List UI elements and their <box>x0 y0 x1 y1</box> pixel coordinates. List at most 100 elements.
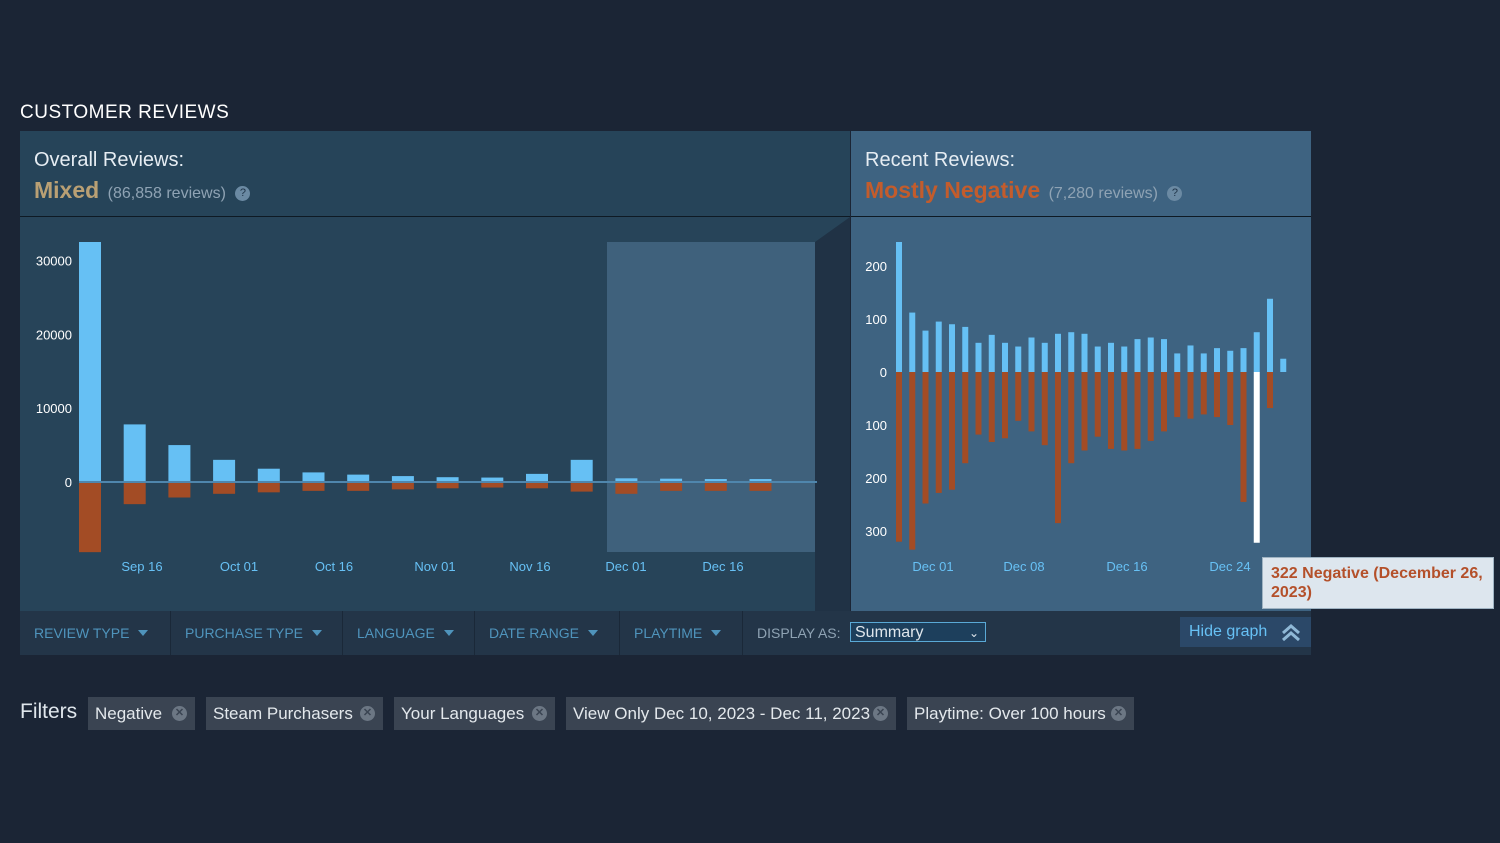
overall-chart-svg[interactable]: 30000 20000 10000 0 Sep 16 Oct 01 Oct 16 Nov 01… <box>20 217 850 611</box>
x-tick-label: Nov 16 <box>509 559 550 574</box>
positive-bar <box>909 312 916 372</box>
negative-bar <box>1214 372 1220 418</box>
positive-bar <box>922 330 929 372</box>
negative-bar <box>749 482 772 491</box>
x-tick-label: Oct 01 <box>220 559 258 574</box>
caret-down-icon <box>138 630 149 636</box>
positive-bar <box>1187 345 1194 372</box>
negative-bar <box>1200 372 1207 415</box>
chart-tooltip: 322 Negative (December 26, 2023) <box>1262 557 1494 609</box>
positive-bar <box>1240 348 1247 372</box>
language-dropdown[interactable]: LANGUAGE <box>343 611 475 655</box>
recent-chart[interactable]: 200 100 0 100 200 300 Dec 01 Dec 08 Dec 16 Dec 24 <box>851 217 1311 611</box>
y-tick-label: 10000 <box>36 401 72 416</box>
positive-bar <box>526 473 548 482</box>
recent-reviews-label: Recent Reviews: <box>865 149 1016 171</box>
negative-bar <box>1174 372 1181 418</box>
overall-chart[interactable]: 30000 20000 10000 0 Sep 16 Oct 01 Oct 16 Nov 01… <box>20 217 850 611</box>
remove-icon[interactable]: ✕ <box>172 706 187 721</box>
positive-bar <box>896 242 902 372</box>
negative-bar <box>1028 372 1035 432</box>
positive-bar <box>302 472 325 482</box>
negative-bar <box>302 482 325 491</box>
negative-bar <box>660 482 683 491</box>
positive-bar <box>949 324 955 372</box>
positive-bar <box>1121 346 1128 372</box>
positive-bar <box>123 424 146 482</box>
recent-reviews-header: Recent Reviews: Mostly Negative (7,280 r… <box>851 131 1311 217</box>
negative-bar <box>391 482 414 490</box>
positive-bar <box>1041 342 1048 372</box>
positive-bar <box>988 334 995 372</box>
display-as-label: DISPLAY AS: <box>757 625 841 641</box>
negative-bar <box>1134 372 1141 449</box>
filter-chip-playtime[interactable]: Playtime: Over 100 hours ✕ <box>907 697 1134 730</box>
filter-chip-purchase[interactable]: Steam Purchasers ✕ <box>206 697 383 730</box>
zoom-connector <box>815 217 850 611</box>
negative-bar <box>704 482 727 491</box>
date-range-dropdown[interactable]: DATE RANGE <box>475 611 620 655</box>
filter-bar: REVIEW TYPE PURCHASE TYPE LANGUAGE DATE … <box>20 611 1311 655</box>
negative-bar <box>975 372 982 435</box>
display-as-value: Summary <box>855 624 924 641</box>
negative-bar <box>1227 372 1234 426</box>
y-tick-label: 200 <box>865 471 887 486</box>
playtime-dropdown[interactable]: PLAYTIME <box>620 611 743 655</box>
y-tick-label: 300 <box>865 524 887 539</box>
recent-summary[interactable]: Mostly Negative <box>865 177 1040 203</box>
remove-icon[interactable]: ✕ <box>360 706 375 721</box>
x-tick-label: Dec 16 <box>1106 559 1147 574</box>
help-icon[interactable]: ? <box>1167 186 1183 201</box>
positive-bar <box>1134 339 1141 372</box>
negative-bar <box>922 372 929 504</box>
negative-bar <box>1055 372 1061 524</box>
negative-bar <box>79 482 101 553</box>
hide-graph-label: Hide graph <box>1189 623 1268 640</box>
negative-bar <box>1002 372 1008 439</box>
positive-bar <box>1174 353 1181 372</box>
positive-bar <box>1028 337 1035 372</box>
positive-bar <box>347 474 370 482</box>
caret-down-icon <box>443 630 454 636</box>
negative-bar <box>615 482 638 494</box>
remove-icon[interactable]: ✕ <box>532 706 547 721</box>
positive-bar <box>1200 353 1207 372</box>
positive-bar <box>1081 333 1088 372</box>
y-tick-label: 100 <box>865 312 887 327</box>
y-tick-label: 0 <box>65 475 72 490</box>
negative-bar <box>1267 372 1273 409</box>
y-tick-label: 0 <box>880 365 887 380</box>
x-tick-label: Dec 08 <box>1003 559 1044 574</box>
filter-chip-negative[interactable]: Negative ✕ <box>88 697 195 730</box>
help-icon[interactable]: ? <box>235 186 251 201</box>
purchase-type-dropdown[interactable]: PURCHASE TYPE <box>171 611 343 655</box>
section-title: CUSTOMER REVIEWS <box>20 102 230 123</box>
recent-chart-svg[interactable]: 200 100 0 100 200 300 Dec 01 Dec 08 Dec 16 Dec 24 <box>851 217 1311 611</box>
positive-bar <box>1094 346 1101 372</box>
filter-chip-date-range[interactable]: View Only Dec 10, 2023 - Dec 11, 2023 ✕ <box>566 697 896 730</box>
negative-bar <box>1108 372 1114 449</box>
negative-bar <box>1240 372 1247 502</box>
overall-reviews-header: Overall Reviews: Mixed (86,858 reviews) … <box>20 131 850 217</box>
double-chevron-up-icon <box>1282 624 1300 641</box>
positive-bar <box>975 342 982 372</box>
negative-bar <box>909 372 916 550</box>
overall-summary[interactable]: Mixed <box>34 177 99 203</box>
negative-bar <box>896 372 902 542</box>
review-type-dropdown[interactable]: REVIEW TYPE <box>20 611 171 655</box>
negative-bar <box>1041 372 1048 446</box>
remove-icon[interactable]: ✕ <box>1111 706 1126 721</box>
filter-chip-language[interactable]: Your Languages ✕ <box>394 697 555 730</box>
positive-bar <box>168 445 191 482</box>
negative-bar <box>935 372 942 493</box>
display-as-select[interactable]: Summary ⌄ <box>850 622 986 642</box>
negative-bar <box>347 482 370 491</box>
x-tick-label: Dec 24 <box>1209 559 1250 574</box>
caret-down-icon <box>711 630 722 636</box>
negative-bar <box>1187 372 1194 419</box>
remove-icon[interactable]: ✕ <box>873 706 888 721</box>
negative-bar <box>1094 372 1101 437</box>
hide-graph-button[interactable]: Hide graph <box>1180 617 1311 647</box>
x-tick-label: Sep 16 <box>121 559 162 574</box>
negative-bar <box>962 372 969 464</box>
